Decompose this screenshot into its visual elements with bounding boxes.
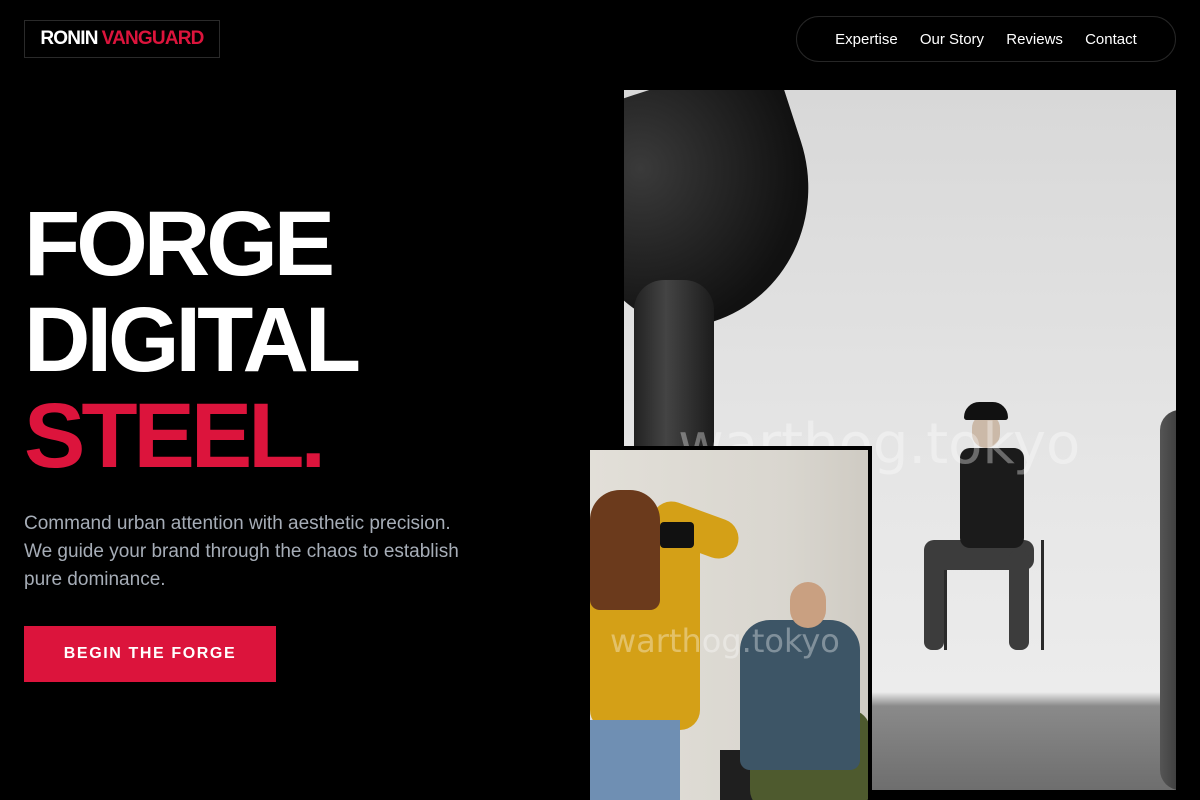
photo-edge-figure: [1160, 410, 1176, 790]
hero-headline: FORGE DIGITAL STEEL.: [24, 193, 361, 487]
nav-link-reviews[interactable]: Reviews: [1006, 31, 1063, 48]
headline-line-1: FORGE: [24, 193, 335, 295]
studio-photo-inset: warthog.tokyo: [586, 446, 872, 800]
headline-line-3: STEEL.: [24, 385, 326, 487]
headline-line-2: DIGITAL: [24, 289, 361, 391]
brand-name-first: RONIN: [40, 28, 98, 49]
brand-name-second: VANGUARD: [101, 28, 205, 49]
nav-link-contact[interactable]: Contact: [1085, 31, 1137, 48]
photo-seated-model: [914, 400, 1054, 670]
camera-icon: [660, 522, 694, 548]
begin-the-forge-button[interactable]: BEGIN THE FORGE: [24, 626, 276, 682]
nav-link-our-story[interactable]: Our Story: [920, 31, 984, 48]
nav-link-expertise[interactable]: Expertise: [835, 31, 898, 48]
main-nav: Expertise Our Story Reviews Contact: [796, 16, 1176, 62]
hero-subtitle: Command urban attention with aesthetic p…: [24, 513, 459, 590]
brand-logo[interactable]: RONIN VANGUARD: [24, 20, 220, 58]
